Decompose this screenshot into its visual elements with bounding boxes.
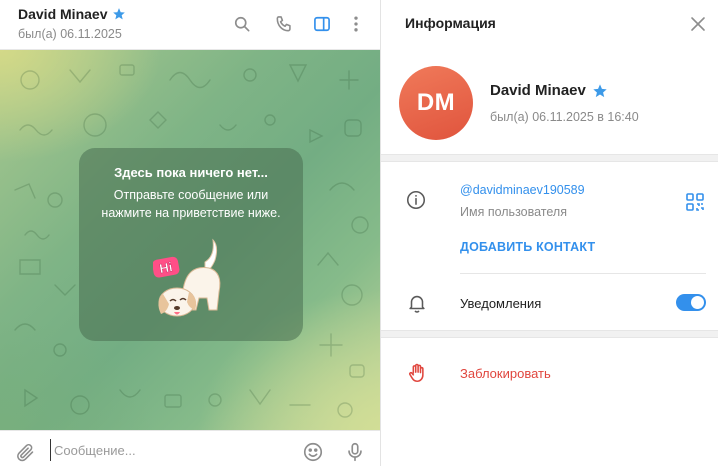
chat-header[interactable]: David Minaev был(а) 06.11.2025 [0,0,380,50]
username-link[interactable]: @davidminaev190589 [460,183,585,197]
close-icon[interactable] [687,13,709,35]
notifications-label: Уведомления [460,296,542,311]
row-divider [460,273,706,274]
empty-chat-title: Здесь пока ничего нет... [114,165,268,180]
emoji-icon[interactable] [301,440,325,464]
profile-name: David Minaev [490,82,608,99]
info-icon [403,187,429,213]
avatar-initials: DM [416,89,456,116]
chat-wallpaper: Здесь пока ничего нет... Отправьте сообщ… [0,50,380,430]
sticker-hi-text: Hi [158,259,173,276]
block-user-button[interactable]: Заблокировать [460,366,551,381]
section-divider [381,330,718,338]
microphone-icon[interactable] [343,440,367,464]
notifications-toggle[interactable] [676,294,706,311]
chat-title[interactable]: David Minaev [18,6,126,22]
profile-name-text: David Minaev [490,82,586,99]
user-info-panel: Информация DM David Minaev был(а) 06.11.… [381,0,718,466]
username-caption: Имя пользователя [460,205,567,219]
greeting-sticker[interactable]: Hi [153,228,233,328]
chat-title-text: David Minaev [18,6,108,22]
chat-last-seen: был(а) 06.11.2025 [18,27,122,41]
premium-star-icon [113,8,126,20]
message-input[interactable] [50,439,280,461]
phone-icon[interactable] [271,11,297,37]
profile-last-seen: был(а) 06.11.2025 в 16:40 [490,110,639,124]
toggle-knob [691,296,704,309]
search-icon[interactable] [229,11,255,37]
avatar[interactable]: DM [399,66,473,140]
paperclip-icon[interactable] [13,440,37,464]
section-divider [381,154,718,162]
add-contact-button[interactable]: ДОБАВИТЬ КОНТАКТ [460,240,595,254]
empty-chat-subtitle: Отправьте сообщение или нажмите на приве… [101,188,281,220]
premium-star-icon [593,83,607,97]
message-composer [0,430,380,466]
qr-code-icon[interactable] [683,190,707,214]
more-vertical-icon[interactable] [343,11,369,37]
empty-chat-placeholder: Здесь пока ничего нет... Отправьте сообщ… [79,148,303,341]
info-panel-title: Информация [405,15,496,31]
sidebar-toggle-icon[interactable] [309,11,335,37]
chat-pane: David Minaev был(а) 06.11.2025 Здесь пок… [0,0,380,466]
block-hand-icon[interactable] [404,360,430,386]
bell-icon [404,290,430,316]
